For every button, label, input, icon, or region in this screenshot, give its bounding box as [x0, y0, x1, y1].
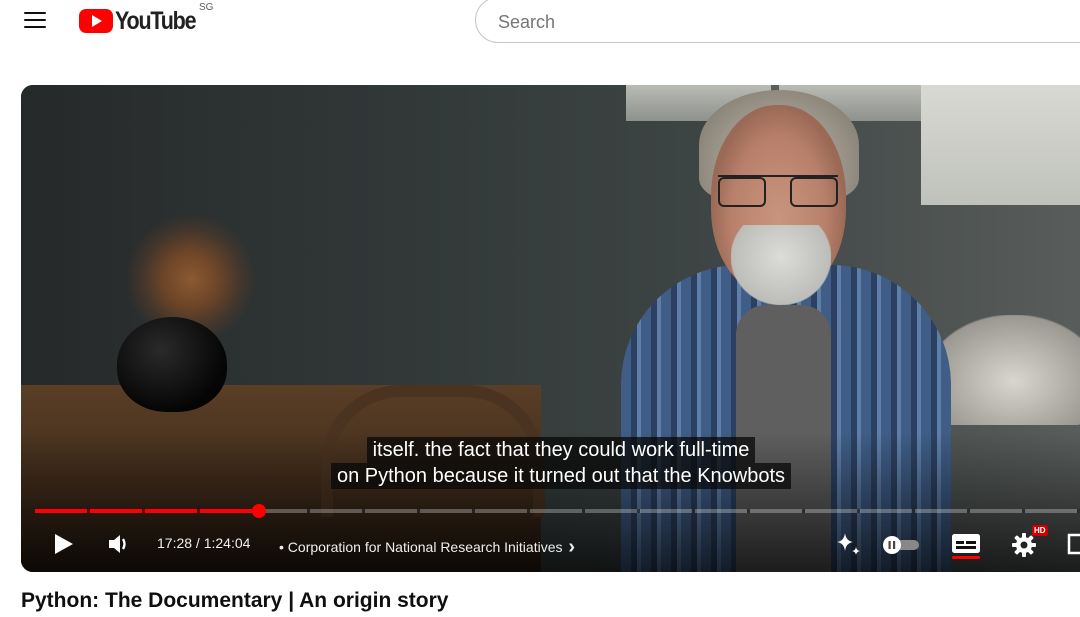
search-box[interactable] [475, 0, 1080, 43]
black-vase [117, 317, 227, 412]
masthead: YouTube SG [0, 0, 1080, 56]
progress-bar[interactable] [35, 504, 1080, 518]
player-controls: 17:28 / 1:24:04 • Corporation for Nation… [21, 523, 1080, 565]
chapter-title: Corporation for National Research Initia… [287, 539, 563, 555]
youtube-play-logo-icon [79, 9, 113, 33]
video-frame [21, 85, 1080, 572]
region-code: SG [199, 2, 214, 13]
caption-line: on Python because it turned out that the… [330, 463, 792, 489]
chapter-separator: • [279, 539, 284, 555]
logo-text: YouTube [115, 6, 197, 35]
video-player[interactable]: itself. the fact that they could work fu… [21, 85, 1080, 572]
chapter-markers [35, 509, 1080, 513]
volume-icon[interactable] [107, 532, 133, 561]
video-title: Python: The Documentary | An origin stor… [21, 589, 449, 612]
time-display: 17:28 / 1:24:04 [157, 535, 251, 551]
menu-icon[interactable] [24, 11, 48, 31]
speaker-beard [731, 225, 831, 305]
dried-flowers [121, 195, 261, 335]
speaker-glasses [718, 175, 838, 211]
scrubber-handle[interactable] [252, 504, 266, 518]
play-icon[interactable] [51, 532, 75, 561]
background-painting [921, 85, 1080, 205]
autoplay-toggle-icon[interactable] [881, 536, 921, 559]
ai-sparkle-icon[interactable] [835, 531, 863, 564]
subtitles-icon[interactable] [950, 531, 982, 566]
caption-window: itself. the fact that they could work fu… [21, 437, 1080, 489]
miniplayer-icon[interactable] [1067, 533, 1080, 560]
hd-badge: HD [1032, 525, 1048, 536]
settings-icon[interactable] [1011, 532, 1037, 563]
search-input[interactable] [496, 8, 1060, 36]
chevron-right-icon: › [568, 536, 576, 558]
chapter-button[interactable]: • Corporation for National Research Init… [279, 535, 575, 558]
youtube-logo[interactable]: YouTube [79, 6, 208, 35]
caption-line: itself. the fact that they could work fu… [366, 437, 756, 463]
